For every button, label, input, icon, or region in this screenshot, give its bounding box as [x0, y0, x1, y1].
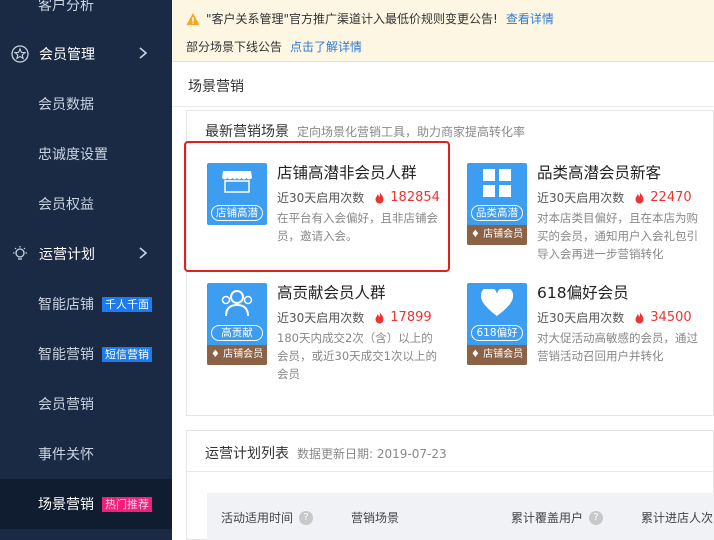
sidebar-item-label: 运营计划	[39, 247, 95, 263]
notice-text: "客户关系管理"官方推广渠道计入最低价规则变更公告!	[206, 12, 498, 26]
help-icon[interactable]: ?	[589, 510, 604, 525]
sidebar-item-label: 会员管理	[39, 47, 95, 63]
divider	[172, 106, 714, 107]
scene-image: 品类高潜 ♦ 店铺会员	[467, 163, 527, 245]
badge-sms-marketing: 短信营销	[102, 346, 152, 362]
scene-card-618-preference[interactable]: 618偏好 ♦ 店铺会员 618偏好会员 近30天启用次数 34500 对大促活…	[447, 263, 709, 375]
scene-description: 对本店类目偏好，且在本店为购买的会员，通知用户入会礼包引导入会再进一步营销转化	[537, 211, 698, 261]
scene-stat: 近30天启用次数 17899	[277, 309, 432, 326]
sidebar-item-member-marketing[interactable]: 会员营销	[0, 379, 172, 429]
divider	[187, 471, 714, 472]
scene-tag: ♦ 店铺会员	[207, 345, 267, 365]
section-title: 运营计划列表	[205, 446, 289, 462]
sidebar: 客户分析 会员管理 会员数据 忠诚度设置 会员权益 运营计划 智能店铺 千人千面…	[0, 0, 172, 540]
users-icon	[221, 290, 253, 317]
sidebar-item-label: 忠诚度设置	[38, 147, 108, 163]
learn-details-link[interactable]: 点击了解详情	[290, 38, 362, 55]
sidebar-item-label: 场景营销	[38, 497, 94, 513]
sidebar-item-label: 会员权益	[38, 197, 94, 213]
operation-plan-list-card: 运营计划列表 数据更新日期: 2019-07-23 活动适用时间 ? 营销场景 …	[186, 430, 714, 540]
stat-label: 近30天启用次数	[537, 191, 625, 205]
sidebar-item-label: 智能营销	[38, 347, 94, 363]
notice-bar: "客户关系管理"官方推广渠道计入最低价规则变更公告! 查看详情 部分场景下线公告…	[172, 0, 714, 62]
sidebar-item-loyalty-settings[interactable]: 忠诚度设置	[0, 129, 172, 179]
star-icon	[10, 44, 30, 64]
scene-image-label: 高贡献	[211, 325, 263, 341]
notice-line-2: 部分场景下线公告 点击了解详情	[186, 38, 362, 55]
scene-tag: ♦ 店铺会员	[467, 225, 527, 245]
chevron-right-icon	[139, 247, 148, 259]
scene-image: 618偏好 ♦ 店铺会员	[467, 283, 527, 365]
scene-image: 高贡献 ♦ 店铺会员	[207, 283, 267, 365]
sidebar-item-event-care[interactable]: 事件关怀	[0, 429, 172, 479]
scene-image-label: 品类高潜	[471, 205, 523, 221]
section-title: 最新营销场景	[205, 124, 289, 140]
scene-tag-text: 店铺会员	[483, 349, 524, 360]
sidebar-item-smart-store[interactable]: 智能店铺 千人千面	[0, 279, 172, 329]
highlight-box	[184, 141, 450, 272]
scene-card-high-contribution[interactable]: 高贡献 ♦ 店铺会员 高贡献会员人群 近30天启用次数 17899 180天内成…	[187, 263, 449, 381]
section-header: 最新营销场景 定向场景化营销工具，助力商家提高转化率	[205, 121, 525, 141]
scene-name: 高贡献会员人群	[277, 284, 386, 302]
stat-value: 17899	[390, 310, 432, 325]
column-header-label: 累计覆盖用户	[511, 511, 584, 525]
notice-text: 部分场景下线公告	[186, 40, 283, 54]
sidebar-item-member-benefits[interactable]: 会员权益	[0, 179, 172, 229]
scene-image-label: 618偏好	[471, 325, 523, 341]
section-description: 定向场景化营销工具，助力商家提高转化率	[297, 125, 526, 139]
column-header-label: 活动适用时间	[221, 511, 294, 525]
scene-description: 180天内成交2次（含）以上的会员，或近30天成交1次以上的会员	[277, 331, 437, 381]
scene-description: 对大促活动高敏感的会员，通过营销活动召回用户并转化	[537, 331, 698, 363]
fire-icon	[635, 191, 644, 204]
scene-tag-text: 店铺会员	[483, 229, 524, 240]
lightbulb-icon	[10, 244, 30, 264]
column-header: 活动适用时间 ?	[221, 509, 314, 526]
column-header: 营销场景	[351, 509, 399, 526]
scene-card-category-potential[interactable]: 品类高潜 ♦ 店铺会员 品类高潜会员新客 近30天启用次数 22470 对本店类…	[447, 143, 709, 261]
warning-icon	[186, 12, 200, 25]
stat-value: 22470	[650, 190, 692, 205]
page-title: 场景营销	[188, 79, 244, 95]
stat-label: 近30天启用次数	[537, 311, 625, 325]
table-header: 活动适用时间 ? 营销场景 累计覆盖用户 ? 累计进店人次	[207, 493, 714, 540]
fire-icon	[375, 311, 384, 324]
scene-tag: ♦ 店铺会员	[467, 345, 527, 365]
scene-stat: 近30天启用次数 22470	[537, 189, 692, 206]
badge-hot: 热门推荐	[102, 496, 152, 512]
sidebar-item-label: 客户分析	[38, 0, 94, 14]
section-header: 运营计划列表 数据更新日期: 2019-07-23	[205, 443, 447, 463]
main-content: "客户关系管理"官方推广渠道计入最低价规则变更公告! 查看详情 部分场景下线公告…	[172, 0, 714, 540]
sidebar-item-label: 事件关怀	[38, 447, 94, 463]
column-header: 累计进店人次	[641, 509, 713, 526]
sidebar-group-member-management[interactable]: 会员管理	[0, 29, 172, 79]
sidebar-item-smart-marketing[interactable]: 智能营销 短信营销	[0, 329, 172, 379]
column-header-label: 营销场景	[351, 511, 400, 525]
column-header: 累计覆盖用户 ?	[511, 509, 604, 526]
sidebar-item-label: 智能店铺	[38, 297, 94, 313]
notice-line-1: "客户关系管理"官方推广渠道计入最低价规则变更公告! 查看详情	[186, 10, 554, 27]
sidebar-item-scene-marketing[interactable]: 场景营销 热门推荐	[0, 479, 172, 529]
scene-stat: 近30天启用次数 34500	[537, 309, 692, 326]
sidebar-group-operation-plan[interactable]: 运营计划	[0, 229, 172, 279]
badge-personalized: 千人千面	[102, 296, 152, 312]
stat-label: 近30天启用次数	[277, 311, 365, 325]
sidebar-item-customer-analysis[interactable]: 客户分析	[0, 0, 172, 30]
sidebar-item-label: 会员营销	[38, 397, 94, 413]
scene-name: 618偏好会员	[537, 284, 629, 302]
chevron-right-icon	[139, 47, 148, 59]
help-icon[interactable]: ?	[299, 510, 314, 525]
fire-icon	[635, 311, 644, 324]
scene-tag-text: 店铺会员	[223, 349, 264, 360]
stat-value: 34500	[650, 310, 692, 325]
sidebar-item-label: 会员数据	[38, 97, 94, 113]
sidebar-item-member-data[interactable]: 会员数据	[0, 79, 172, 129]
view-details-link[interactable]: 查看详情	[506, 10, 554, 27]
data-update-date: 数据更新日期: 2019-07-23	[297, 447, 447, 461]
heart-icon	[481, 289, 513, 316]
scene-name: 品类高潜会员新客	[537, 164, 662, 182]
grid-icon	[483, 169, 511, 197]
column-header-label: 累计进店人次	[641, 511, 714, 525]
